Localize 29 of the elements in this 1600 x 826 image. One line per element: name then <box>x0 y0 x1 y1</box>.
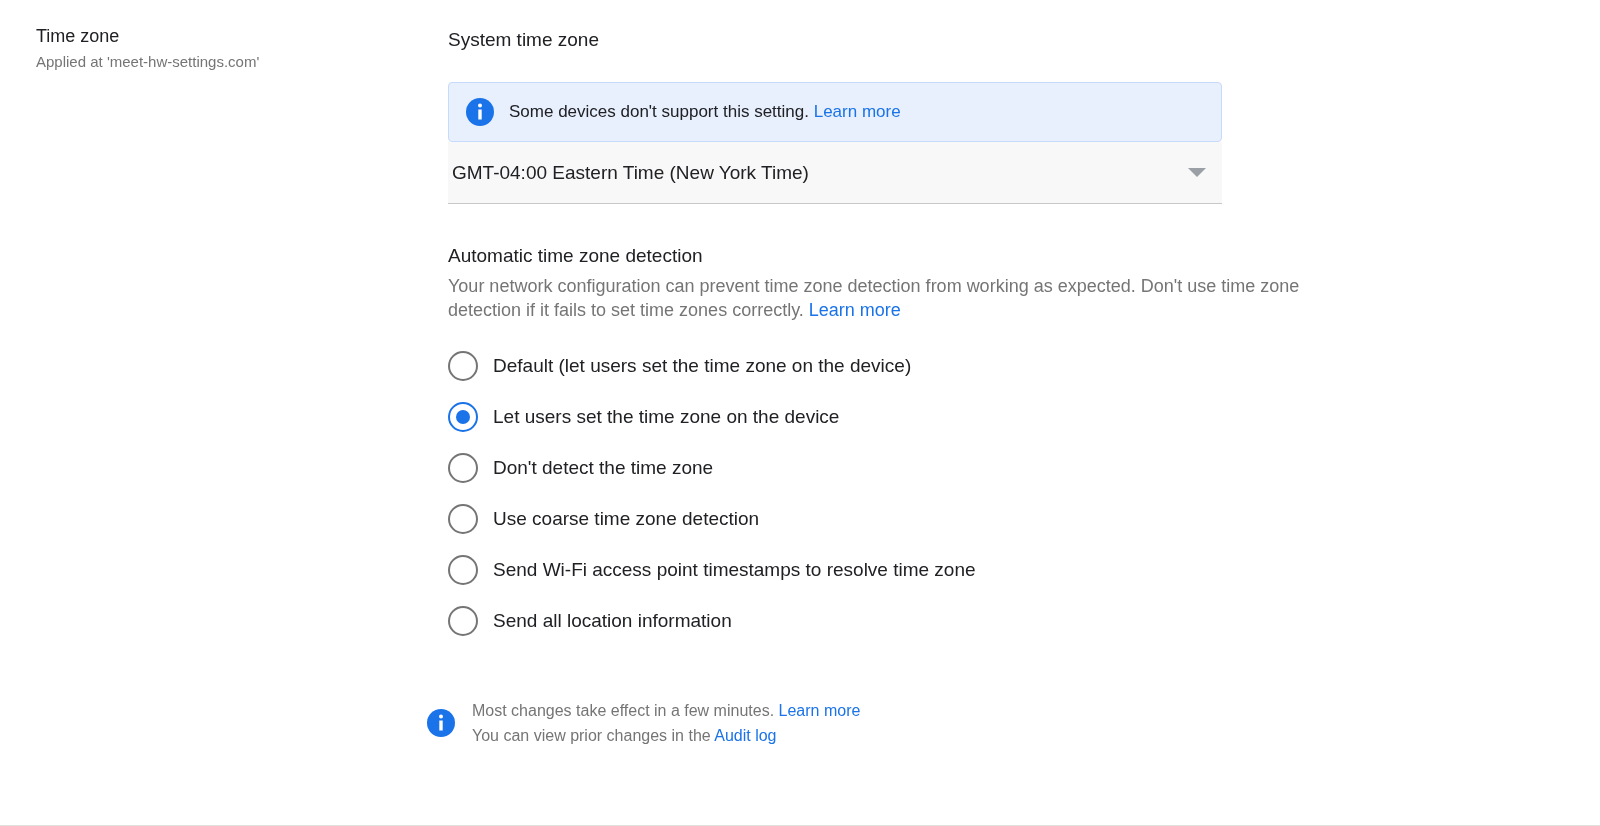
radio-button[interactable] <box>448 401 478 432</box>
info-icon <box>465 97 495 127</box>
radio-label[interactable]: Send all location information <box>493 609 732 632</box>
notice-text: Some devices don't support this setting. Learn more <box>509 102 901 122</box>
field-label: System time zone <box>448 28 600 52</box>
radio-button[interactable] <box>448 452 478 483</box>
section-subtitle: Applied at 'meet-hw-settings.com' <box>36 53 261 70</box>
radio-button[interactable] <box>448 554 478 585</box>
time-zone-select[interactable]: GMT-04:00 Eastern Time (New York Time) <box>448 142 1222 204</box>
footer-text: You can view prior changes in the Audit log <box>472 726 778 746</box>
select-value: GMT-04:00 Eastern Time (New York Time) <box>452 161 809 184</box>
section-title: Time zone <box>36 25 121 47</box>
dropdown-caret-icon <box>1188 168 1206 177</box>
detection-title: Automatic time zone detection <box>448 244 704 268</box>
radio-button[interactable] <box>448 503 478 534</box>
radio-label[interactable]: Use coarse time zone detection <box>493 507 760 530</box>
info-icon <box>426 708 456 738</box>
radio-label[interactable]: Don't detect the time zone <box>493 456 714 479</box>
radio-button[interactable] <box>448 605 478 636</box>
learn-more-link[interactable]: Learn more <box>813 102 901 121</box>
radio-label[interactable]: Let users set the time zone on the device <box>493 405 840 428</box>
learn-more-link[interactable]: Learn more <box>808 300 901 320</box>
radio-label[interactable]: Send Wi-Fi access point timestamps to resolve time zone <box>493 558 976 581</box>
radio-button[interactable] <box>448 350 478 381</box>
learn-more-link[interactable]: Learn more <box>778 702 861 719</box>
detection-description: Your network configuration can prevent time zone detection from working as expected. Don't use time zone detection if it fails to set time zones correctly. Learn more <box>448 275 1301 322</box>
audit-log-link[interactable]: Audit log <box>714 727 777 744</box>
radio-label[interactable]: Default (let users set the time zone on the device) <box>493 354 912 377</box>
footer-text: Most changes take effect in a few minutes. Learn more <box>472 701 861 721</box>
